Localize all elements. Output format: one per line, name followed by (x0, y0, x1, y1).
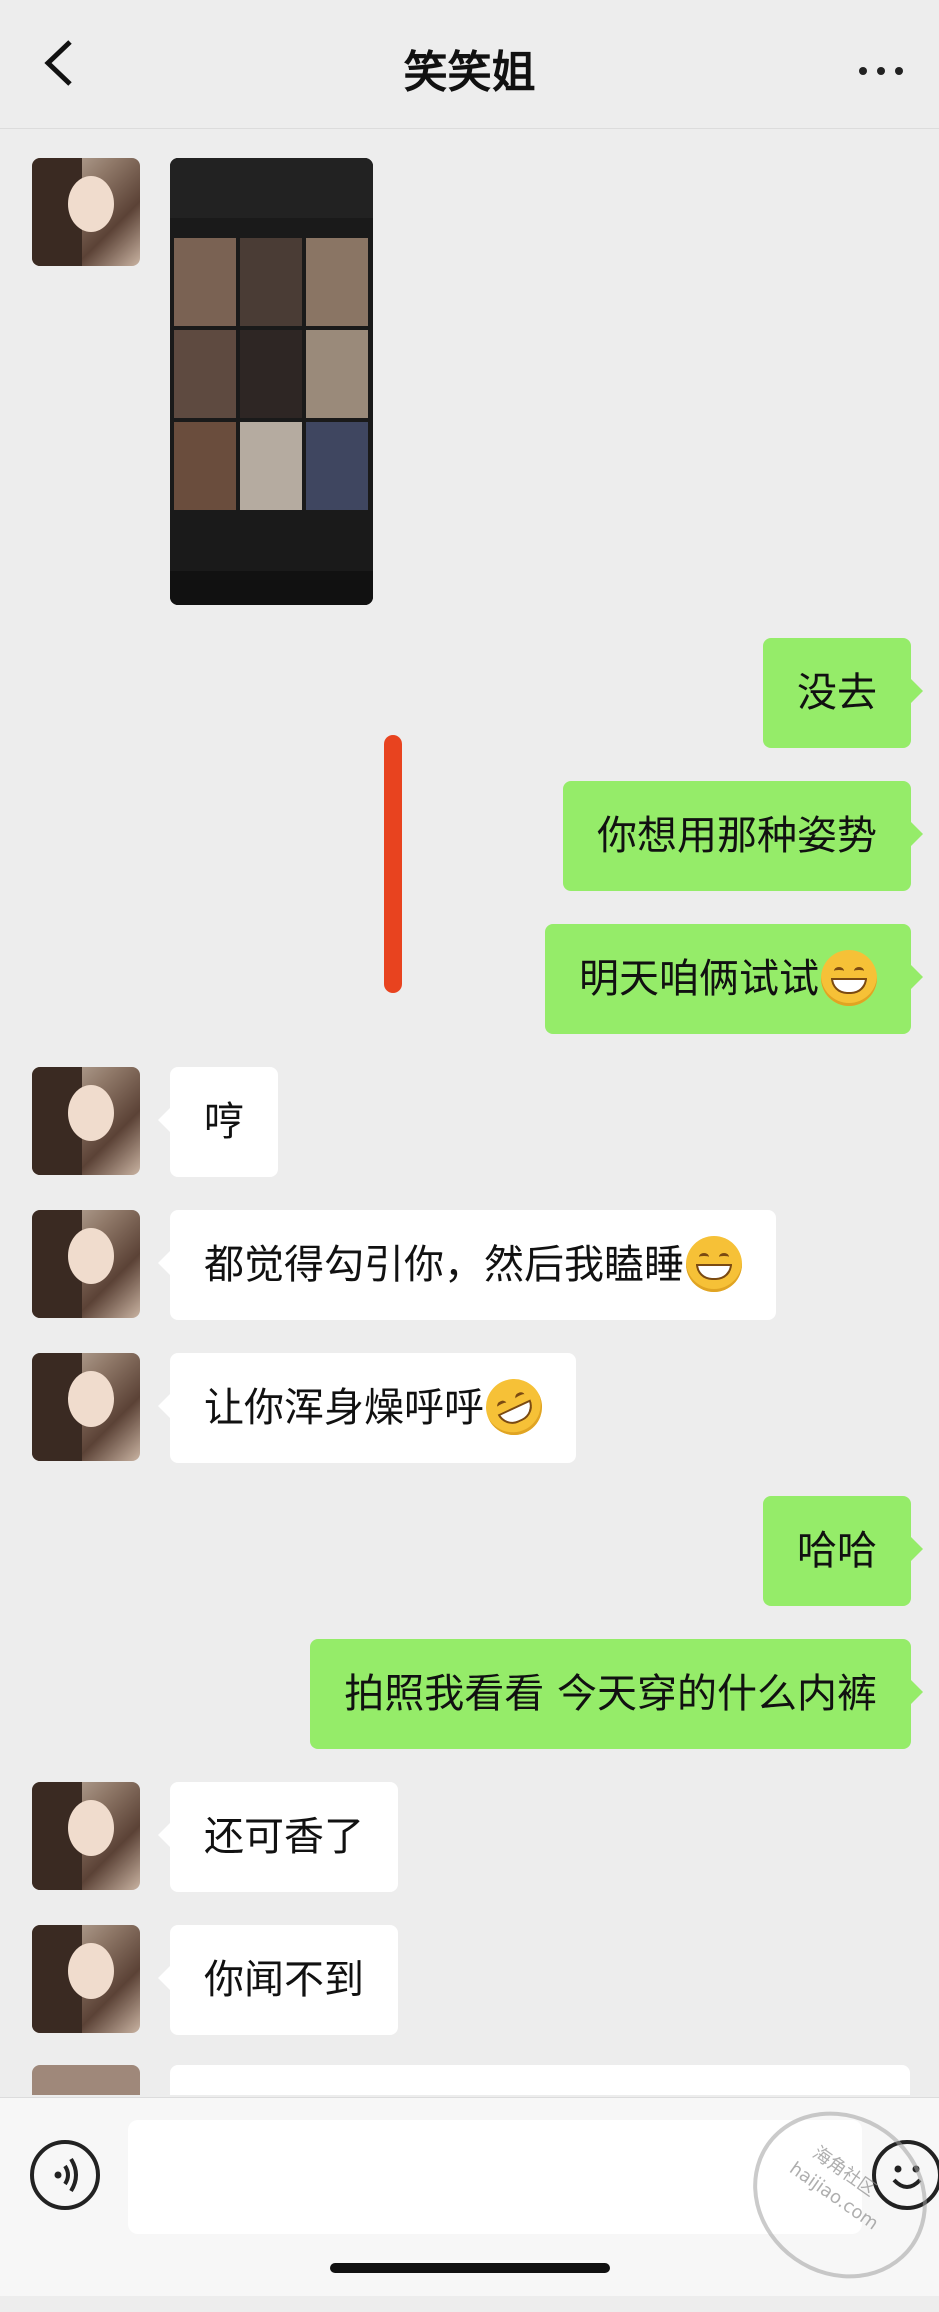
message-text: 都觉得勾引你，然后我瞌睡 (204, 1242, 684, 1288)
message-bubble-outgoing[interactable]: 你想用那种姿势 (563, 781, 923, 891)
chat-header: 笑笑姐 (0, 0, 939, 129)
message-bubble-outgoing[interactable]: 拍照我看看 今天穿的什么内裤 (310, 1639, 923, 1749)
contact-avatar[interactable] (32, 1782, 140, 1890)
message-bubble-incoming[interactable] (170, 2065, 910, 2095)
grin-icon (821, 950, 877, 1006)
message-input[interactable] (128, 2120, 862, 2234)
message-text: 明天咱俩试试 (579, 956, 819, 1002)
message-text: 还可香了 (204, 1814, 364, 1860)
contact-avatar[interactable] (32, 1353, 140, 1461)
sound-wave-icon (54, 2157, 78, 2193)
message-bubble-incoming[interactable]: 还可香了 (158, 1782, 398, 1892)
message-text: 拍照我看看 今天穿的什么内裤 (344, 1671, 877, 1717)
message-bubble-incoming[interactable]: 哼 (158, 1067, 278, 1177)
image-message[interactable] (170, 158, 373, 605)
message-text: 哈哈 (797, 1528, 877, 1574)
more-icon[interactable] (859, 60, 915, 75)
contact-avatar[interactable] (32, 1925, 140, 2033)
contact-avatar[interactable] (32, 158, 140, 266)
message-text: 你闻不到 (204, 1957, 364, 2003)
message-bubble-outgoing[interactable]: 没去 (763, 638, 923, 748)
voice-icon[interactable] (30, 2140, 100, 2210)
contact-avatar[interactable] (32, 1067, 140, 1175)
message-bubble-outgoing[interactable]: 明天咱俩试试 (545, 924, 923, 1034)
message-text: 没去 (797, 670, 877, 716)
grin-icon (686, 1236, 742, 1292)
contact-avatar[interactable] (32, 1210, 140, 1318)
message-text: 哼 (204, 1099, 244, 1145)
message-text: 让你浑身燥呼呼 (204, 1385, 484, 1431)
message-bubble-incoming[interactable]: 都觉得勾引你，然后我瞌睡 (158, 1210, 776, 1320)
rofl-icon (476, 1369, 552, 1445)
message-bubble-incoming[interactable]: 你闻不到 (158, 1925, 398, 2035)
home-indicator (330, 2263, 610, 2273)
message-bubble-incoming[interactable]: 让你浑身燥呼呼 (158, 1353, 576, 1463)
contact-avatar[interactable] (32, 2065, 140, 2095)
message-bubble-outgoing[interactable]: 哈哈 (763, 1496, 923, 1606)
chat-title: 笑笑姐 (403, 47, 536, 98)
message-text: 你想用那种姿势 (597, 813, 877, 859)
red-annotation-mark (384, 735, 402, 993)
